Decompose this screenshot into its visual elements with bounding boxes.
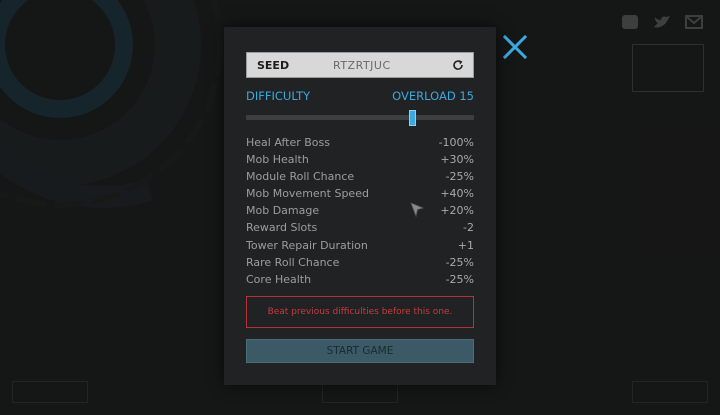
modifier-name: Reward Slots — [246, 221, 318, 235]
slider-track[interactable] — [246, 115, 474, 120]
modifier-value: +40% — [440, 187, 474, 201]
modifier-row: Rare Roll Chance -25% — [246, 254, 474, 271]
modifier-name: Tower Repair Duration — [246, 238, 368, 252]
modifier-name: Mob Damage — [246, 204, 320, 218]
social-links — [620, 12, 704, 32]
bottom-right-ghost-button — [632, 381, 708, 403]
modifier-name: Mob Movement Speed — [246, 187, 369, 201]
modifier-row: Mob Damage +20% — [246, 202, 474, 219]
modifier-value: -2 — [463, 221, 474, 235]
mouse-cursor-icon — [410, 202, 424, 218]
modifier-value: +30% — [440, 153, 474, 167]
start-game-button[interactable]: START GAME — [246, 339, 474, 363]
locale-panel — [632, 44, 704, 92]
slider-thumb[interactable] — [409, 110, 416, 126]
modifier-value: +20% — [440, 204, 474, 218]
modifier-value: -25% — [445, 255, 474, 269]
modifier-name: Mob Health — [246, 153, 309, 167]
modifier-row: Core Health -25% — [246, 271, 474, 288]
seed-refresh-button[interactable] — [449, 56, 467, 74]
modifier-name: Core Health — [246, 272, 312, 286]
difficulty-slider[interactable] — [246, 110, 474, 126]
close-icon — [502, 34, 528, 60]
mail-icon[interactable] — [684, 12, 704, 32]
modifier-value: -100% — [438, 136, 474, 149]
modifier-name: Rare Roll Chance — [246, 255, 340, 269]
modifier-value: -25% — [445, 170, 474, 184]
seed-field[interactable]: SEED RTZRTJUC — [246, 52, 474, 78]
seed-value[interactable]: RTZRTJUC — [333, 59, 449, 72]
seed-label: SEED — [257, 58, 290, 72]
modifier-row: Mob Movement Speed +40% — [246, 185, 474, 202]
modifier-row: Heal After Boss -100% — [246, 134, 474, 151]
discord-icon[interactable] — [620, 12, 640, 32]
difficulty-value: OVERLOAD 15 — [392, 89, 474, 103]
difficulty-label: DIFFICULTY — [246, 89, 311, 103]
modifier-row: Reward Slots -2 — [246, 219, 474, 236]
twitter-icon[interactable] — [652, 12, 672, 32]
refresh-icon — [453, 60, 463, 70]
difficulty-header: DIFFICULTY OVERLOAD 15 — [246, 89, 474, 103]
bottom-left-ghost-button — [12, 381, 88, 403]
modifier-list: Heal After Boss -100% Mob Health +30% Module… — [246, 134, 474, 288]
modifier-name: Heal After Boss — [246, 136, 330, 149]
modifier-row: Module Roll Chance -25% — [246, 168, 474, 185]
modifier-row: Mob Health +30% — [246, 151, 474, 168]
modifier-name: Module Roll Chance — [246, 170, 355, 184]
close-button[interactable] — [502, 34, 528, 60]
warning-message: Beat previous difficulties before this o… — [246, 296, 474, 328]
modifier-value: +1 — [457, 238, 474, 252]
modifier-value: -25% — [445, 272, 474, 286]
difficulty-dialog: SEED RTZRTJUC DIFFICULTY OVERLOAD 15 Hea… — [224, 27, 496, 385]
modifier-row: Tower Repair Duration +1 — [246, 237, 474, 254]
